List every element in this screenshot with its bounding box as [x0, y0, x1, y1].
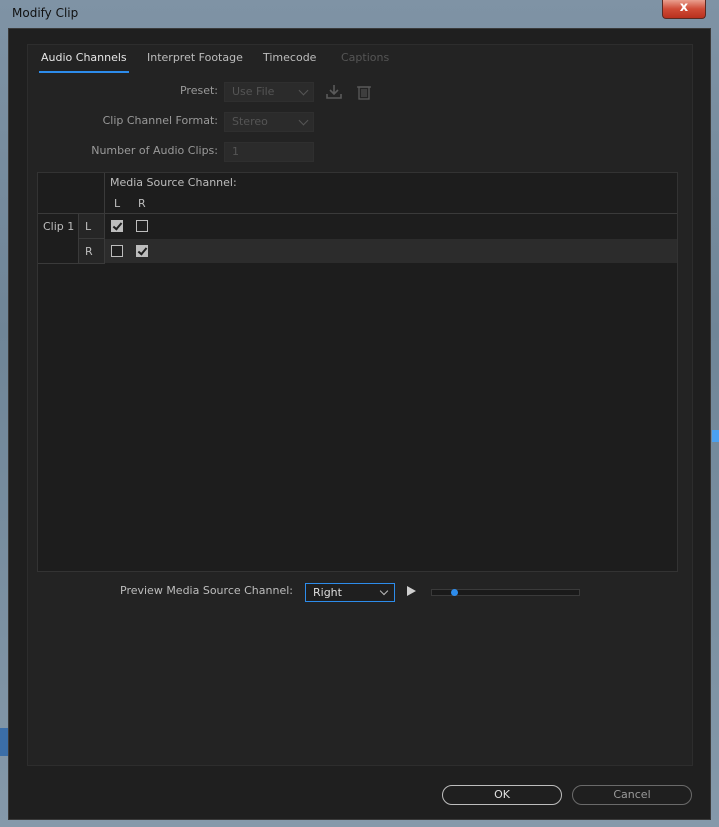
clip-channel-format-dropdown: Stereo	[224, 112, 314, 132]
clip-channel-format-label: Clip Channel Format:	[102, 114, 218, 127]
clip-label: Clip 1	[43, 220, 75, 233]
clip-channel-r-label: R	[85, 245, 93, 258]
preview-channel-select[interactable]: Right	[305, 583, 395, 602]
channel-mapping-grid	[37, 172, 678, 572]
clip-channel-l-label: L	[85, 220, 92, 233]
trash-icon	[357, 86, 371, 100]
desktop-background-edge	[0, 728, 8, 756]
number-of-audio-clips-value: 1	[232, 145, 239, 158]
grid-divider	[104, 173, 105, 263]
save-preset-button	[325, 83, 343, 101]
chevron-down-icon	[379, 586, 389, 596]
chevron-down-icon	[298, 115, 309, 126]
preview-source-channel-label: Preview Media Source Channel:	[120, 584, 293, 597]
grid-divider	[38, 213, 677, 214]
grid-divider	[79, 238, 104, 239]
modify-clip-window: Modify Clip x Audio Channels Interpret F…	[0, 0, 719, 827]
checkbox-clip1-l-source-r[interactable]	[136, 220, 148, 232]
checkbox-clip1-r-source-l[interactable]	[111, 245, 123, 257]
window-title: Modify Clip	[12, 6, 79, 20]
download-icon	[326, 85, 342, 99]
preset-value: Use File	[232, 85, 275, 98]
cancel-button[interactable]: Cancel	[572, 785, 692, 805]
grid-divider	[38, 263, 105, 264]
ok-button[interactable]: OK	[442, 785, 562, 805]
tab-captions: Captions	[341, 51, 390, 64]
source-channel-r-header: R	[138, 197, 146, 210]
tab-interpret-footage[interactable]: Interpret Footage	[147, 51, 243, 71]
tab-timecode[interactable]: Timecode	[263, 51, 316, 71]
clip-channel-row-highlight	[104, 239, 677, 263]
tab-audio-channels[interactable]: Audio Channels	[39, 51, 129, 73]
title-bar[interactable]: Modify Clip x	[0, 0, 719, 28]
number-of-audio-clips-label: Number of Audio Clips:	[91, 144, 218, 157]
chevron-down-icon	[298, 85, 309, 96]
checkbox-clip1-l-source-l[interactable]	[111, 220, 123, 232]
close-icon: x	[679, 0, 689, 15]
checkbox-clip1-r-source-r[interactable]	[136, 245, 148, 257]
preset-label: Preset:	[179, 84, 218, 97]
clip-channel-format-value: Stereo	[232, 115, 268, 128]
close-button[interactable]: x	[662, 0, 706, 19]
desktop-background-edge	[712, 430, 719, 442]
media-source-channel-header: Media Source Channel:	[110, 176, 237, 189]
source-channel-l-header: L	[114, 197, 121, 210]
play-icon[interactable]	[407, 586, 416, 596]
preset-dropdown: Use File	[224, 82, 314, 102]
number-of-audio-clips-input: 1	[224, 142, 314, 162]
delete-preset-button	[355, 83, 373, 101]
preview-channel-value: Right	[313, 586, 342, 599]
